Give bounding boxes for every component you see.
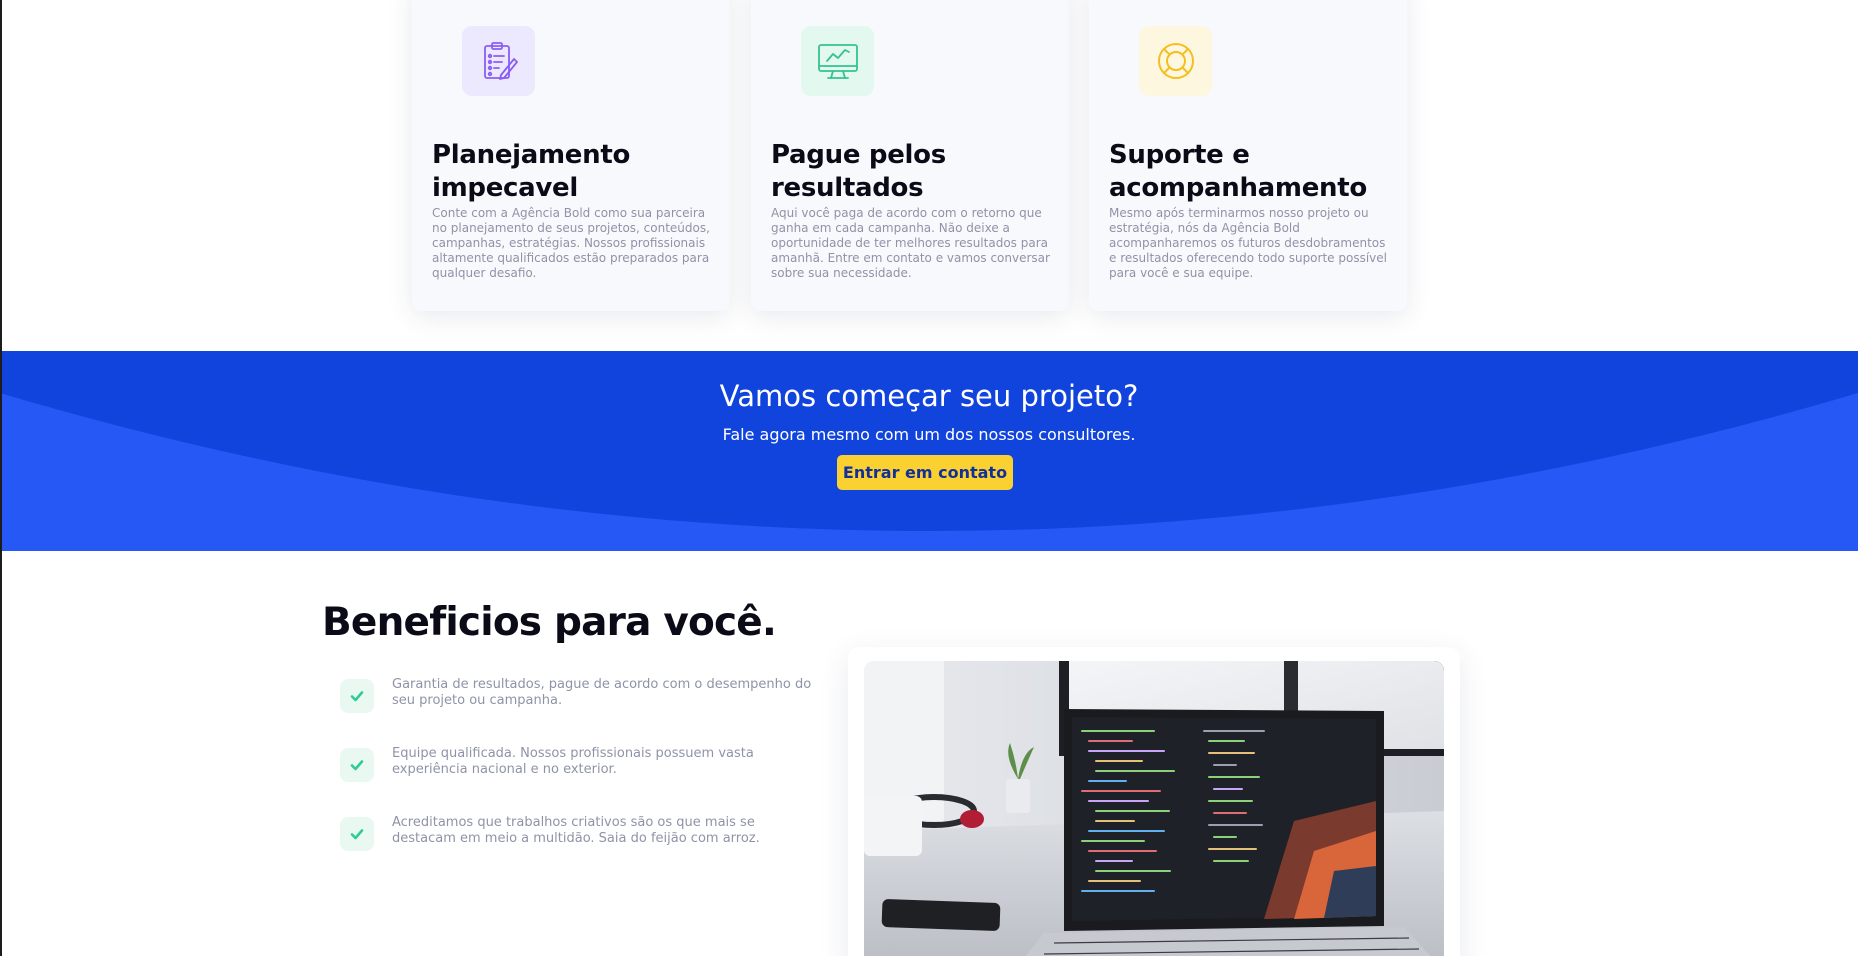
laptop-code-photo [864, 661, 1444, 956]
benefit-item: Acreditamos que trabalhos criativos são … [340, 815, 810, 855]
benefit-item: Garantia de resultados, pague de acordo … [340, 677, 812, 717]
benefits-image-card [848, 647, 1460, 956]
lifebuoy-icon [1157, 43, 1194, 79]
feature-card-support: Suporte e acompanhamento Mesmo após term… [1089, 0, 1407, 311]
cta-title: Vamos começar seu projeto? [719, 379, 1139, 413]
benefit-text: Acreditamos que trabalhos criativos são … [392, 815, 760, 846]
monitor-chart-icon [817, 44, 858, 79]
benefit-text: Equipe qualificada. Nossos profissionais… [392, 746, 754, 777]
feature-icon-box [801, 26, 874, 96]
feature-description: Mesmo após terminarmos nosso projeto ou … [1109, 206, 1387, 280]
feature-card-results: Pague pelos resultados Aqui você paga de… [751, 0, 1069, 311]
feature-card-planning: Planejamento impecavel Conte com a Agênc… [412, 0, 730, 311]
cta-subtitle: Fale agora mesmo com um dos nossos consu… [722, 425, 1136, 444]
clipboard-edit-icon [483, 42, 518, 80]
feature-icon-box [1139, 26, 1212, 96]
features-section: Planejamento impecavel Conte com a Agênc… [412, 0, 1408, 311]
benefit-item: Equipe qualificada. Nossos profissionais… [340, 746, 810, 786]
check-icon [340, 748, 374, 782]
check-icon [340, 817, 374, 851]
check-icon [340, 679, 374, 713]
feature-description: Aqui você paga de acordo com o retorno q… [771, 206, 1050, 280]
feature-title: Pague pelos resultados [771, 140, 946, 203]
contact-button[interactable]: Entrar em contato [837, 455, 1013, 490]
feature-description: Conte com a Agência Bold como sua parcei… [432, 206, 710, 280]
feature-title: Suporte e acompanhamento [1109, 140, 1367, 203]
cta-banner: Vamos começar seu projeto? Fale agora me… [0, 351, 1858, 551]
window-border [0, 0, 2, 956]
benefits-title: Beneficios para você. [322, 600, 777, 645]
feature-title: Planejamento impecavel [432, 140, 631, 203]
benefit-text: Garantia de resultados, pague de acordo … [392, 677, 812, 708]
feature-icon-box [462, 26, 535, 96]
